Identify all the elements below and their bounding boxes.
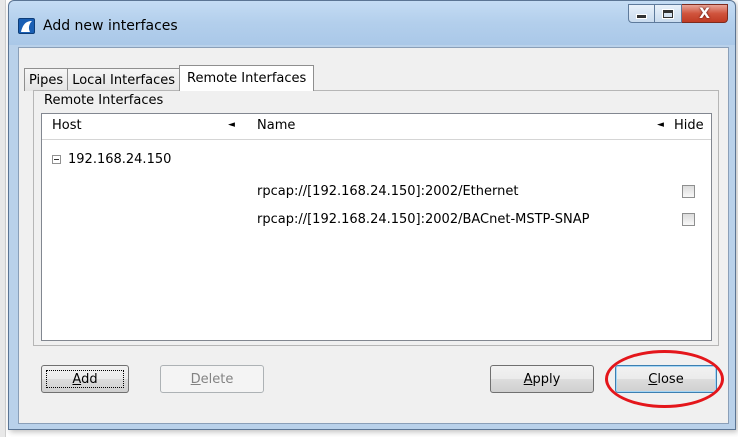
delete-button-label: Delete — [190, 371, 234, 387]
column-name[interactable]: Name — [257, 118, 295, 133]
hide-checkbox[interactable] — [682, 213, 695, 226]
title-bar[interactable]: Add new interfaces X — [9, 1, 735, 45]
tab-bar: Pipes Local Interfaces Remote Interfaces — [24, 65, 315, 91]
collapse-icon[interactable] — [52, 155, 61, 164]
add-button-label: Add — [72, 371, 98, 387]
remote-interfaces-tree[interactable]: Host ◄ Name ◄ Hide 192.168.24.150 rpcap:… — [41, 113, 712, 341]
caption-buttons: X — [628, 4, 728, 23]
wireshark-fin-icon — [18, 18, 35, 34]
tab-local-interfaces[interactable]: Local Interfaces — [67, 68, 181, 91]
interface-name[interactable]: rpcap://[192.168.24.150]:2002/BACnet-MST… — [257, 212, 590, 227]
close-window-button[interactable]: X — [682, 4, 728, 23]
column-resize-arrow-icon: ◄ — [228, 120, 235, 130]
minimize-button[interactable] — [628, 4, 655, 23]
column-resize-arrow-icon: ◄ — [657, 120, 664, 130]
host-row[interactable]: 192.168.24.150 — [52, 152, 171, 167]
column-hide[interactable]: Hide — [674, 118, 704, 133]
apply-button[interactable]: Apply — [490, 365, 594, 393]
tab-label: Remote Interfaces — [187, 71, 307, 86]
maximize-button[interactable] — [655, 4, 682, 23]
column-header: Host ◄ Name ◄ Hide — [42, 114, 711, 140]
maximize-icon — [663, 9, 673, 18]
close-button[interactable]: Close — [615, 365, 717, 393]
interface-name[interactable]: rpcap://[192.168.24.150]:2002/Ethernet — [257, 184, 518, 199]
tab-label: Pipes — [29, 72, 64, 88]
add-button[interactable]: Add — [41, 365, 129, 393]
group-title: Remote Interfaces — [43, 93, 165, 108]
minimize-icon — [637, 15, 646, 18]
background-window-edge — [0, 0, 6, 437]
close-button-label: Close — [648, 371, 684, 387]
window-title: Add new interfaces — [43, 18, 178, 34]
host-label: 192.168.24.150 — [68, 152, 172, 167]
delete-button[interactable]: Delete — [160, 365, 264, 393]
close-icon: X — [699, 5, 710, 22]
tab-label: Local Interfaces — [72, 72, 176, 88]
tab-remote-interfaces[interactable]: Remote Interfaces — [179, 65, 315, 91]
hide-checkbox[interactable] — [682, 185, 695, 198]
tab-pipes[interactable]: Pipes — [24, 68, 69, 91]
apply-button-label: Apply — [523, 371, 561, 387]
column-host[interactable]: Host — [52, 118, 82, 133]
